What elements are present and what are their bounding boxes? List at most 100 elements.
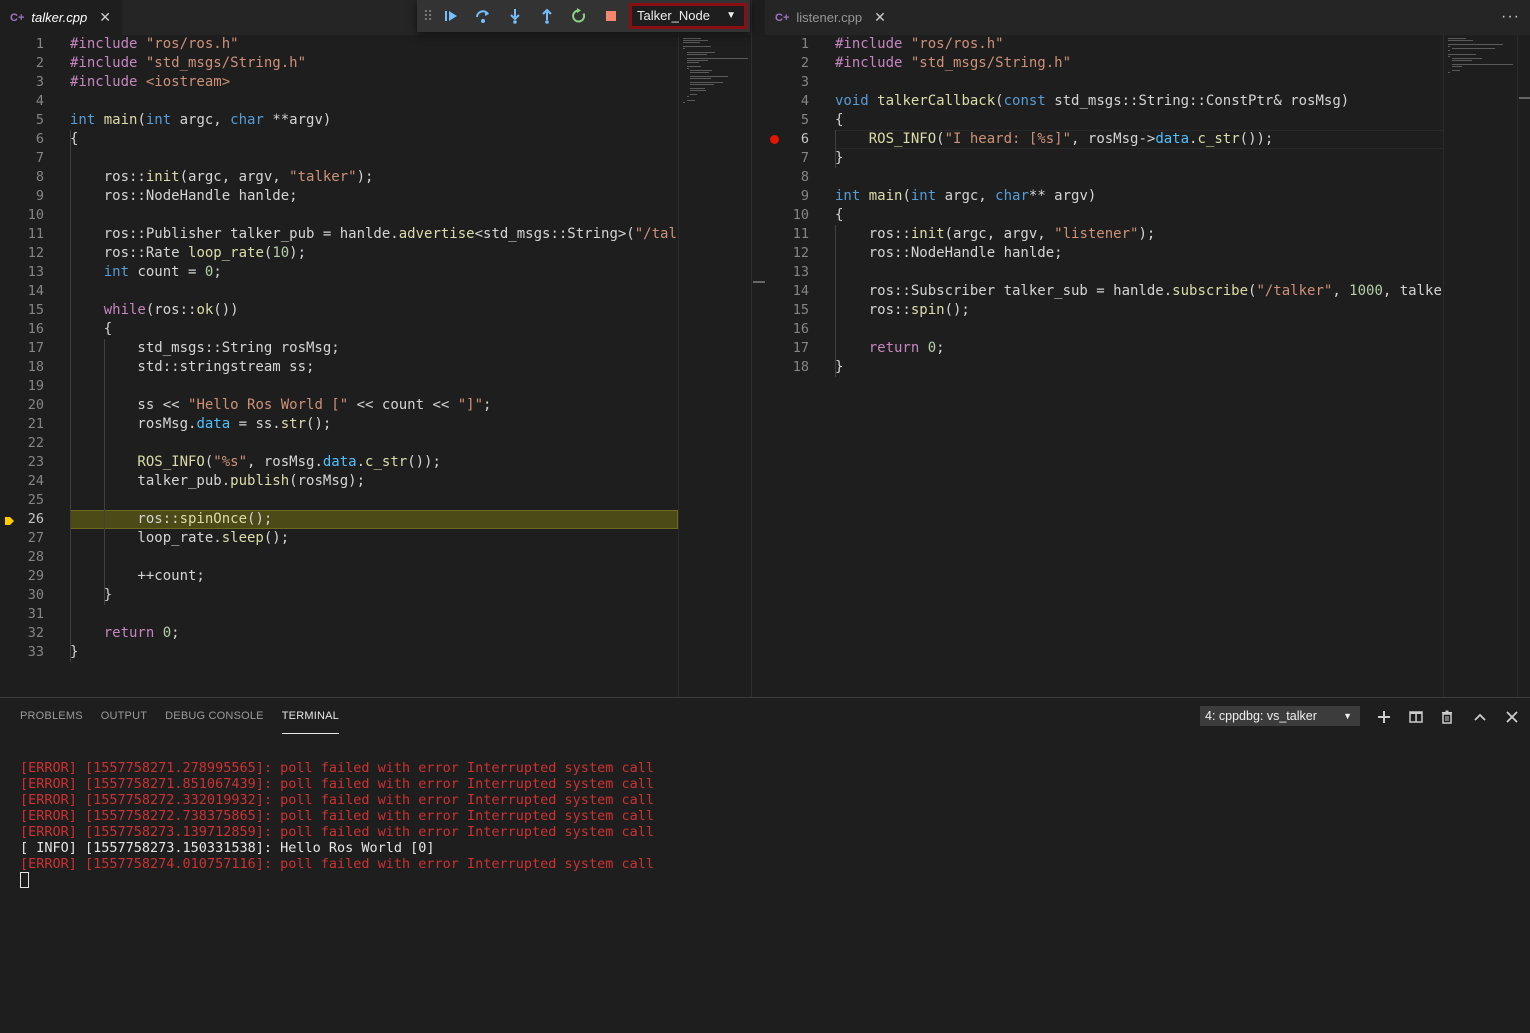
minimap-left[interactable] <box>678 35 751 697</box>
code-line[interactable]: 15 while(ros::ok()) <box>0 301 678 320</box>
code-line[interactable]: 12 ros::Rate loop_rate(10); <box>0 244 678 263</box>
debug-config-select[interactable]: Talker_Node ▼ <box>629 3 747 29</box>
line-number[interactable]: 15 <box>0 301 44 320</box>
line-number[interactable]: 25 <box>0 491 44 510</box>
line-number[interactable]: 8 <box>0 168 44 187</box>
line-number[interactable]: 14 <box>765 282 809 301</box>
close-icon[interactable]: ✕ <box>874 9 886 26</box>
code-line[interactable]: 17 return 0; <box>765 339 1443 358</box>
grip-icon[interactable]: ⠿ <box>421 8 435 25</box>
close-icon[interactable] <box>1501 706 1523 728</box>
line-number[interactable]: 19 <box>0 377 44 396</box>
line-number[interactable]: 32 <box>0 624 44 643</box>
step-out-icon[interactable] <box>531 0 563 32</box>
step-over-icon[interactable] <box>467 0 499 32</box>
line-number[interactable]: 22 <box>0 434 44 453</box>
line-number[interactable]: 24 <box>0 472 44 491</box>
tab-terminal[interactable]: TERMINAL <box>281 698 339 734</box>
tab-debug-console[interactable]: DEBUG CONSOLE <box>165 698 264 734</box>
line-number[interactable]: 5 <box>0 111 44 130</box>
code-editor-right[interactable]: 1 #include "ros/ros.h" 2 #include "std_msgs… <box>765 35 1530 697</box>
code-line[interactable]: 17 std_msgs::String rosMsg; <box>0 339 678 358</box>
code-editor-left[interactable]: 1 #include "ros/ros.h" 2 #include "std_msgs… <box>0 35 751 697</box>
line-number[interactable]: 23 <box>0 453 44 472</box>
line-number[interactable]: 30 <box>0 586 44 605</box>
code-line[interactable]: 27 loop_rate.sleep(); <box>0 529 678 548</box>
code-line[interactable]: 6 ROS_INFO("I heard: [%s]", rosMsg->data… <box>765 130 1443 149</box>
code-line[interactable]: 5 int main(int argc, char **argv) <box>0 111 678 130</box>
code-line[interactable]: 12 ros::NodeHandle hanlde; <box>765 244 1443 263</box>
tab-listener-cpp[interactable]: C+ listener.cpp ✕ <box>765 0 895 35</box>
trash-icon[interactable] <box>1436 706 1458 728</box>
code-line[interactable]: 8 <box>765 168 1443 187</box>
code-line[interactable]: 16 { <box>0 320 678 339</box>
code-line[interactable]: 3 #include <iostream> <box>0 73 678 92</box>
line-number[interactable]: 12 <box>0 244 44 263</box>
line-number[interactable]: 18 <box>765 358 809 377</box>
code-line[interactable]: 24 talker_pub.publish(rosMsg); <box>0 472 678 491</box>
line-number[interactable]: 12 <box>765 244 809 263</box>
code-line[interactable]: 11 ros::Publisher talker_pub = hanlde.ad… <box>0 225 678 244</box>
code-line[interactable]: 13 int count = 0; <box>0 263 678 282</box>
code-line[interactable]: 10 { <box>765 206 1443 225</box>
line-number[interactable]: 28 <box>0 548 44 567</box>
stop-icon[interactable] <box>595 0 627 32</box>
code-line[interactable]: 22 <box>0 434 678 453</box>
line-number[interactable]: 1 <box>0 35 44 54</box>
line-number[interactable]: 27 <box>0 529 44 548</box>
code-line[interactable]: 29 ++count; <box>0 567 678 586</box>
continue-icon[interactable] <box>435 0 467 32</box>
line-number[interactable]: 16 <box>765 320 809 339</box>
line-number[interactable]: 9 <box>765 187 809 206</box>
terminal-output[interactable]: [ERROR] [1557758271.278995565]: poll fai… <box>20 760 654 888</box>
step-into-icon[interactable] <box>499 0 531 32</box>
tab-problems[interactable]: PROBLEMS <box>20 698 83 734</box>
code-line[interactable]: 2 #include "std_msgs/String.h" <box>0 54 678 73</box>
line-number[interactable]: 10 <box>765 206 809 225</box>
line-number[interactable]: 31 <box>0 605 44 624</box>
line-number[interactable]: 29 <box>0 567 44 586</box>
code-line[interactable]: 18} <box>765 358 1443 377</box>
editor-scrollbar[interactable] <box>751 0 765 697</box>
code-line[interactable]: 21 rosMsg.data = ss.str(); <box>0 415 678 434</box>
line-number[interactable]: 15 <box>765 301 809 320</box>
line-number[interactable]: 18 <box>0 358 44 377</box>
code-line[interactable]: 15 ros::spin(); <box>765 301 1443 320</box>
line-number[interactable]: 1 <box>765 35 809 54</box>
code-line[interactable]: 31 <box>0 605 678 624</box>
line-number[interactable]: 11 <box>765 225 809 244</box>
line-number[interactable]: 14 <box>0 282 44 301</box>
code-line[interactable]: 16 <box>765 320 1443 339</box>
code-line[interactable]: 7} <box>765 149 1443 168</box>
plus-icon[interactable] <box>1373 706 1395 728</box>
code-line[interactable]: 6{ <box>0 130 678 149</box>
breakpoint-icon[interactable] <box>770 135 779 144</box>
line-number[interactable]: 2 <box>0 54 44 73</box>
code-line[interactable]: 3 <box>765 73 1443 92</box>
code-line[interactable]: 9 ros::NodeHandle hanlde; <box>0 187 678 206</box>
line-number[interactable]: 9 <box>0 187 44 206</box>
code-line[interactable]: 33} <box>0 643 678 662</box>
code-line[interactable]: 9 int main(int argc, char** argv) <box>765 187 1443 206</box>
line-number[interactable]: 20 <box>0 396 44 415</box>
code-line[interactable]: 14 ros::Subscriber talker_sub = hanlde.s… <box>765 282 1443 301</box>
chevron-up-icon[interactable] <box>1469 706 1491 728</box>
line-number[interactable]: 6 <box>0 130 44 149</box>
tab-talker-cpp[interactable]: C+ talker.cpp ✕ <box>0 0 122 35</box>
line-number[interactable]: 33 <box>0 643 44 662</box>
line-number[interactable]: 5 <box>765 111 809 130</box>
line-number[interactable]: 17 <box>765 339 809 358</box>
code-line[interactable]: 14 <box>0 282 678 301</box>
line-number[interactable]: 8 <box>765 168 809 187</box>
line-number[interactable]: 21 <box>0 415 44 434</box>
code-line[interactable]: 10 <box>0 206 678 225</box>
more-actions-icon[interactable]: ··· <box>1501 8 1520 26</box>
code-line[interactable]: 4 <box>0 92 678 111</box>
line-number[interactable]: 11 <box>0 225 44 244</box>
code-line[interactable]: 25 <box>0 491 678 510</box>
line-number[interactable]: 10 <box>0 206 44 225</box>
line-number[interactable]: 3 <box>765 73 809 92</box>
tab-output[interactable]: OUTPUT <box>101 698 147 734</box>
restart-icon[interactable] <box>563 0 595 32</box>
code-line[interactable]: 11 ros::init(argc, argv, "listener"); <box>765 225 1443 244</box>
